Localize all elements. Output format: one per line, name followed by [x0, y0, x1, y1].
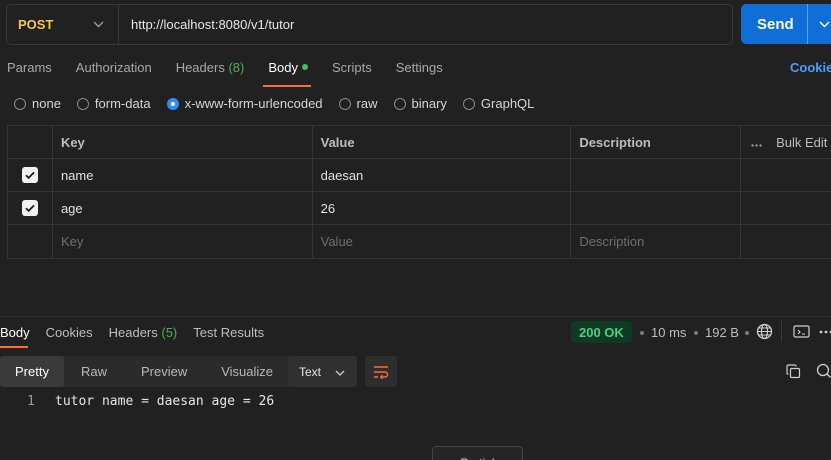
method-select[interactable]: POST: [7, 5, 119, 44]
method-label: POST: [18, 17, 54, 32]
separator-dot: [694, 331, 698, 335]
table-row: name daesan: [8, 159, 831, 192]
key-cell[interactable]: name: [53, 159, 313, 191]
table-row: age 26: [8, 192, 831, 225]
format-label: Text: [299, 364, 322, 379]
radio-circle-icon: [14, 97, 26, 110]
key-input[interactable]: Key: [53, 225, 313, 258]
radio-circle-icon: [76, 97, 89, 110]
chevron-down-icon: [335, 365, 345, 379]
globe-icon[interactable]: [755, 322, 773, 340]
partial-button[interactable]: Partial: [432, 446, 523, 460]
active-tab-indicator: [263, 85, 311, 87]
response-size[interactable]: 192 B: [705, 325, 739, 340]
radio-circle-icon: [338, 97, 351, 110]
row-enabled-checkbox[interactable]: [21, 200, 38, 216]
description-cell[interactable]: [571, 192, 742, 224]
wrap-lines-icon: [374, 365, 389, 379]
view-tab-visualize[interactable]: Visualize: [204, 356, 290, 387]
more-horizontal-icon[interactable]: [819, 329, 831, 335]
line-number: 1: [27, 394, 35, 409]
radio-graphql[interactable]: GraphQL: [462, 96, 534, 111]
more-horizontal-icon: [751, 135, 762, 150]
response-divider[interactable]: [0, 316, 831, 317]
copy-icon[interactable]: [785, 363, 801, 379]
response-headers-count: (5): [161, 325, 178, 340]
row-enabled-checkbox[interactable]: [21, 167, 38, 183]
status-badge[interactable]: 200 OK: [571, 321, 632, 343]
request-tabs: Params Authorization Headers (8) Body Sc…: [7, 60, 467, 78]
wrap-lines-button[interactable]: [365, 356, 397, 387]
cookies-link[interactable]: Cookie: [790, 60, 831, 75]
table-row-empty: Key Value Description: [8, 225, 831, 258]
column-value: Value: [313, 126, 572, 158]
response-active-tab-indicator: [0, 346, 28, 348]
response-tab-test-results[interactable]: Test Results: [193, 325, 264, 340]
tab-params[interactable]: Params: [7, 60, 52, 78]
format-select[interactable]: Text: [288, 356, 357, 387]
chevron-down-icon: [93, 19, 104, 31]
response-tab-headers[interactable]: Headers (5): [109, 325, 178, 340]
tab-scripts[interactable]: Scripts: [332, 60, 372, 78]
save-response-icon[interactable]: [792, 324, 810, 338]
value-input[interactable]: Value: [313, 225, 572, 258]
view-tab-raw[interactable]: Raw: [64, 356, 124, 387]
url-bar: POST http://localhost:8080/v1/tutor: [6, 4, 733, 45]
response-view-tabs: Pretty Raw Preview Visualize: [0, 356, 291, 387]
url-input[interactable]: http://localhost:8080/v1/tutor: [119, 17, 294, 32]
column-key: Key: [53, 126, 313, 158]
check-icon: [25, 204, 35, 213]
key-cell[interactable]: age: [53, 192, 313, 224]
radio-selected-icon: [166, 97, 179, 110]
headers-count: (8): [228, 60, 245, 75]
table-header-row: Key Value Description Bulk Edit: [8, 126, 831, 159]
tab-headers[interactable]: Headers (8): [176, 60, 245, 78]
vertical-divider: [781, 320, 782, 342]
radio-circle-icon: [462, 97, 475, 110]
tab-body[interactable]: Body: [268, 60, 308, 78]
send-label: Send: [757, 15, 794, 33]
radio-x-www-form-urlencoded[interactable]: x-www-form-urlencoded: [166, 96, 323, 111]
separator-dot: [640, 331, 644, 335]
bulk-edit-label: Bulk Edit: [776, 134, 828, 150]
column-description: Description: [571, 126, 742, 158]
radio-circle-icon: [393, 97, 406, 110]
body-type-radios: none form-data x-www-form-urlencoded raw…: [14, 96, 550, 111]
response-tabs: Body Cookies Headers (5) Test Results: [0, 325, 280, 340]
value-cell[interactable]: 26: [313, 192, 572, 224]
send-options-chevron-icon[interactable]: [807, 4, 831, 44]
response-tab-body[interactable]: Body: [0, 325, 30, 340]
response-tab-cookies[interactable]: Cookies: [46, 325, 93, 340]
description-cell[interactable]: [571, 159, 742, 191]
view-tab-preview[interactable]: Preview: [124, 356, 204, 387]
body-modified-dot-icon: [301, 64, 308, 70]
form-params-table: Key Value Description Bulk Edit name dae…: [7, 125, 831, 259]
bulk-edit-button[interactable]: Bulk Edit: [741, 126, 831, 158]
radio-binary[interactable]: binary: [393, 96, 447, 111]
value-cell[interactable]: daesan: [313, 159, 572, 191]
send-button[interactable]: Send: [741, 4, 831, 44]
response-body-text[interactable]: tutor name = daesan age = 26: [55, 394, 274, 409]
radio-none[interactable]: none: [14, 96, 61, 111]
separator-dot: [745, 331, 749, 335]
description-input[interactable]: Description: [571, 225, 742, 258]
search-icon[interactable]: [815, 362, 831, 380]
response-time[interactable]: 10 ms: [651, 325, 686, 340]
tab-settings[interactable]: Settings: [396, 60, 443, 78]
radio-form-data[interactable]: form-data: [76, 96, 151, 111]
tab-authorization[interactable]: Authorization: [76, 60, 152, 78]
view-tab-pretty[interactable]: Pretty: [0, 356, 64, 387]
check-icon: [25, 171, 35, 180]
radio-raw[interactable]: raw: [338, 96, 378, 111]
